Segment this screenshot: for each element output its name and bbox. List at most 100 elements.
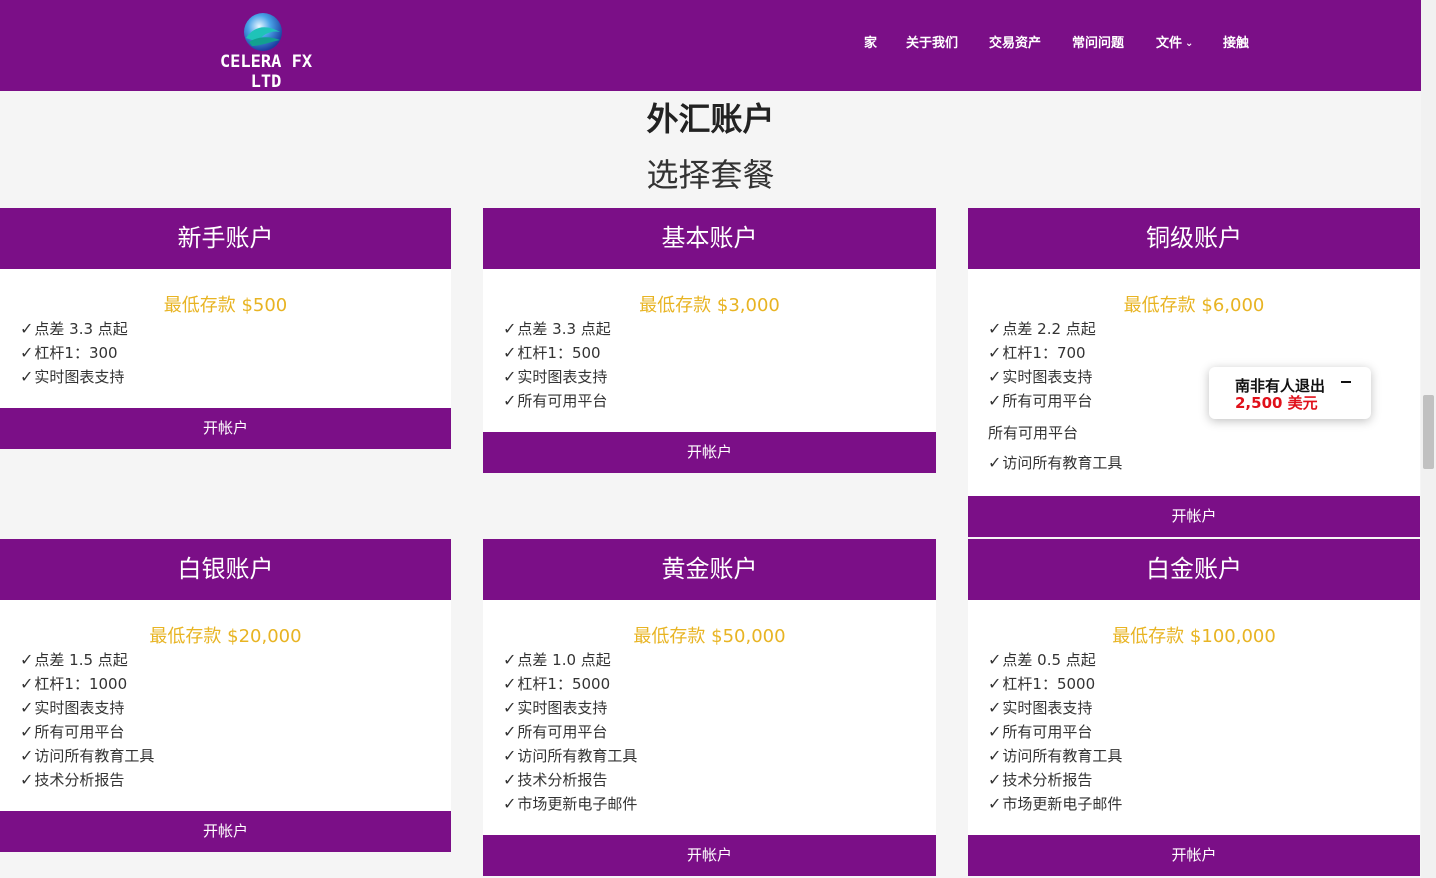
page-subtitle: 选择套餐	[646, 156, 775, 194]
chevron-down-icon: ⌄	[1185, 38, 1194, 49]
check-icon: ✓	[988, 367, 1002, 386]
list-item: ✓技术分析报告	[988, 770, 1093, 789]
check-icon: ✓	[503, 650, 517, 669]
list-item: ✓实时图表支持	[988, 698, 1093, 717]
check-icon: ✓	[20, 674, 34, 693]
check-icon: ✓	[988, 722, 1002, 741]
check-icon: ✓	[988, 650, 1002, 669]
check-icon: ✓	[988, 794, 1002, 813]
list-item: ✓访问所有教育工具	[988, 453, 1123, 472]
check-icon: ✓	[503, 367, 517, 386]
page-scrollbar[interactable]	[1421, 0, 1436, 878]
check-icon: ✓	[503, 698, 517, 717]
check-icon: ✓	[20, 367, 34, 386]
nav-about[interactable]: 关于我们	[906, 32, 958, 51]
plan-min-deposit: 最低存款 $20,000	[149, 626, 302, 647]
feature-list: ✓点差 1.0 点起 ✓杠杆1：5000 ✓实时图表支持 ✓所有可用平台 ✓访问…	[503, 648, 936, 816]
list-item: ✓实时图表支持	[503, 698, 608, 717]
nav-home[interactable]: 家	[864, 32, 877, 51]
plan-card-basic: 基本账户 最低存款 $3,000 ✓点差 3.3 点起 ✓杠杆1：500 ✓实时…	[483, 208, 936, 473]
scrollbar-thumb[interactable]	[1423, 395, 1434, 469]
check-icon: ✓	[503, 770, 517, 789]
nav-contact[interactable]: 接触	[1223, 32, 1249, 51]
check-icon: ✓	[988, 343, 1002, 362]
plan-card-beginner: 新手账户 最低存款 $500 ✓点差 3.3 点起 ✓杠杆1：300 ✓实时图表…	[0, 208, 451, 449]
list-item: ✓实时图表支持	[503, 367, 608, 386]
check-icon: ✓	[988, 674, 1002, 693]
open-account-button[interactable]: 开帐户	[0, 811, 451, 852]
list-item: ✓点差 1.5 点起	[20, 650, 128, 669]
check-icon: ✓	[503, 722, 517, 741]
plan-card-title: 新手账户	[0, 208, 451, 269]
page: CELERA FX LTD 家 关于我们 交易资产 常问问题 文件 ⌄ 接触 外汇…	[0, 0, 1436, 878]
plan-card-title: 黄金账户	[483, 539, 936, 600]
list-item: ✓访问所有教育工具	[988, 746, 1123, 765]
nav-documents[interactable]: 文件 ⌄	[1156, 32, 1193, 51]
check-icon: ✓	[503, 319, 517, 338]
plan-min-deposit: 最低存款 $500	[163, 295, 288, 316]
list-item: ✓杠杆1：700	[988, 343, 1086, 362]
list-item: ✓实时图表支持	[20, 698, 125, 717]
check-icon: ✓	[503, 794, 517, 813]
feature-list: ✓点差 1.5 点起 ✓杠杆1：1000 ✓实时图表支持 ✓所有可用平台 ✓访问…	[20, 648, 451, 792]
open-account-button[interactable]: 开帐户	[483, 835, 936, 876]
nav-trading-assets[interactable]: 交易资产	[989, 32, 1041, 51]
check-icon: ✓	[988, 391, 1002, 410]
open-account-button[interactable]: 开帐户	[0, 408, 451, 449]
list-item: ✓所有可用平台	[503, 391, 608, 410]
list-item: ✓技术分析报告	[20, 770, 125, 789]
list-item: ✓杠杆1：5000	[503, 674, 611, 693]
nav-faq[interactable]: 常问问题	[1072, 32, 1124, 51]
list-item: ✓市场更新电子邮件	[988, 794, 1123, 813]
open-account-button[interactable]: 开帐户	[968, 835, 1420, 876]
check-icon: ✓	[988, 319, 1002, 338]
list-item: ✓杠杆1：500	[503, 343, 601, 362]
plan-card-title: 白银账户	[0, 539, 451, 600]
plan-card-title: 白金账户	[968, 539, 1420, 600]
check-icon: ✓	[20, 319, 34, 338]
toast-amount: 2,500 美元	[1235, 394, 1318, 412]
check-icon: ✓	[20, 746, 34, 765]
feature-list: ✓点差 3.3 点起 ✓杠杆1：500 ✓实时图表支持 ✓所有可用平台	[503, 317, 936, 413]
plan-min-deposit: 最低存款 $100,000	[1112, 626, 1276, 647]
list-item: ✓点差 3.3 点起	[503, 319, 611, 338]
site-logo[interactable]: CELERA FX LTD	[200, 10, 332, 92]
list-item: ✓所有可用平台	[503, 722, 608, 741]
plan-min-deposit: 最低存款 $50,000	[633, 626, 786, 647]
open-account-button[interactable]: 开帐户	[483, 432, 936, 473]
plan-card-gold: 黄金账户 最低存款 $50,000 ✓点差 1.0 点起 ✓杠杆1：5000 ✓…	[483, 539, 936, 876]
check-icon: ✓	[503, 343, 517, 362]
wave-globe-icon	[244, 13, 282, 51]
check-icon: ✓	[503, 674, 517, 693]
list-item: ✓访问所有教育工具	[20, 746, 155, 765]
withdrawal-toast[interactable]: 南非有人退出 2,500 美元	[1209, 367, 1371, 419]
list-item: ✓技术分析报告	[503, 770, 608, 789]
check-icon: ✓	[20, 722, 34, 741]
feature-list: ✓点差 0.5 点起 ✓杠杆1：5000 ✓实时图表支持 ✓所有可用平台 ✓访问…	[988, 648, 1420, 816]
check-icon: ✓	[988, 770, 1002, 789]
site-header: CELERA FX LTD 家 关于我们 交易资产 常问问题 文件 ⌄ 接触	[0, 0, 1421, 92]
check-icon: ✓	[988, 698, 1002, 717]
list-item: ✓点差 2.2 点起	[988, 319, 1096, 338]
check-icon: ✓	[503, 391, 517, 410]
check-icon: ✓	[20, 650, 34, 669]
list-item: ✓市场更新电子邮件	[503, 794, 638, 813]
logo-text: CELERA FX LTD	[219, 52, 313, 92]
check-icon: ✓	[20, 698, 34, 717]
list-item: ✓点差 1.0 点起	[503, 650, 611, 669]
list-item: ✓实时图表支持	[20, 367, 125, 386]
list-item: ✓点差 0.5 点起	[988, 650, 1096, 669]
list-item: ✓点差 3.3 点起	[20, 319, 128, 338]
page-title: 外汇账户	[646, 100, 775, 138]
list-item: ✓杠杆1：5000	[988, 674, 1096, 693]
toast-dismiss-icon[interactable]	[1341, 381, 1351, 383]
plan-card-silver: 白银账户 最低存款 $20,000 ✓点差 1.5 点起 ✓杠杆1：1000 ✓…	[0, 539, 451, 852]
check-icon: ✓	[988, 453, 1002, 472]
check-icon: ✓	[503, 746, 517, 765]
feature-text: 所有可用平台	[988, 424, 1079, 442]
plan-card-platinum: 白金账户 最低存款 $100,000 ✓点差 0.5 点起 ✓杠杆1：5000 …	[968, 539, 1420, 876]
check-icon: ✓	[988, 746, 1002, 765]
open-account-button[interactable]: 开帐户	[968, 496, 1420, 537]
plan-min-deposit: 最低存款 $6,000	[1123, 295, 1265, 316]
list-item: ✓访问所有教育工具	[503, 746, 638, 765]
